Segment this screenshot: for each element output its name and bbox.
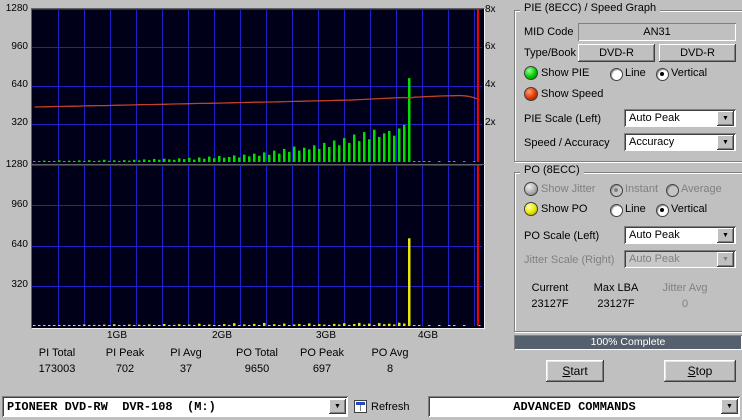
dropdown-arrow-icon[interactable]: ▼ <box>717 110 734 126</box>
stat-header: PI Avg <box>170 347 202 359</box>
po-groupbox-title: PO (8ECC) <box>520 164 584 176</box>
dropdown-arrow-icon[interactable]: ▼ <box>717 134 734 150</box>
drive-select-value: PIONEER DVD-RW DVR-108 (M:) <box>7 399 216 414</box>
refresh-icon[interactable] <box>354 400 367 413</box>
stat-po-avg: PO Avg 8 <box>350 347 430 375</box>
jitter-scale-label: Jitter Scale (Right) <box>524 254 615 266</box>
current-label: Current <box>531 282 569 294</box>
pie-axis-label: 640 <box>11 79 28 90</box>
speed-axis-label: 2x <box>485 117 496 128</box>
po-graph-canvas <box>32 165 482 326</box>
po-axis-label: 640 <box>11 239 28 250</box>
po-scale-select[interactable]: Auto Peak ▼ <box>624 226 736 244</box>
speed-accuracy-select[interactable]: Accuracy ▼ <box>624 133 736 151</box>
jitter-average-radio <box>666 184 679 197</box>
speed-axis-label: 8x <box>485 4 496 15</box>
speed-axis-label: 6x <box>485 41 496 52</box>
jitter-avg-label: Jitter Avg <box>662 282 708 294</box>
jitter-average-label: Average <box>681 183 722 195</box>
po-line-radio[interactable] <box>610 204 623 217</box>
max-lba-label: Max LBA <box>593 282 639 294</box>
x-axis-label: 2GB <box>211 330 232 341</box>
pie-speed-graph-canvas <box>32 9 482 162</box>
jitter-instant-radio <box>610 184 623 197</box>
show-speed-led[interactable] <box>524 87 538 101</box>
max-lba-value: 23127F <box>597 298 635 310</box>
speed-accuracy-label: Speed / Accuracy <box>524 137 610 149</box>
x-axis-label: 3GB <box>315 330 336 341</box>
stat-value: 8 <box>386 363 394 375</box>
disc-type-button[interactable]: DVD-R <box>578 44 655 62</box>
pie-line-label[interactable]: Line <box>625 67 646 79</box>
show-speed-label: Show Speed <box>541 88 604 100</box>
disc-quality-scan-window: 1280 960 640 320 8x 6x 4x 2x 1280 960 64… <box>0 0 742 420</box>
pie-vertical-radio[interactable] <box>656 68 669 81</box>
show-pie-label: Show PIE <box>541 67 590 79</box>
book-type-button[interactable]: DVD-R <box>659 44 736 62</box>
speed-axis-label: 4x <box>485 79 496 90</box>
show-pie-led[interactable] <box>524 66 538 80</box>
type-book-label: Type/Book <box>524 47 576 59</box>
drive-select[interactable]: PIONEER DVD-RW DVR-108 (M:) ▼ <box>2 396 348 417</box>
show-jitter-led <box>524 182 538 196</box>
po-scale-label: PO Scale (Left) <box>524 230 600 242</box>
pie-scale-label: PIE Scale (Left) <box>524 113 602 125</box>
dropdown-arrow-icon[interactable]: ▼ <box>717 227 734 243</box>
po-axis-label: 1280 <box>5 159 28 170</box>
show-po-label: Show PO <box>541 203 588 215</box>
pie-groupbox-title: PIE (8ECC) / Speed Graph <box>520 2 661 14</box>
current-value: 23127F <box>531 298 569 310</box>
x-axis-label: 4GB <box>417 330 438 341</box>
show-jitter-label: Show Jitter <box>541 183 596 195</box>
po-vertical-label[interactable]: Vertical <box>671 203 707 215</box>
pie-axis-label: 1280 <box>5 3 28 14</box>
po-vertical-radio[interactable] <box>656 204 669 217</box>
pie-vertical-label[interactable]: Vertical <box>671 67 707 79</box>
jitter-scale-select: Auto Peak ▼ <box>624 250 736 268</box>
refresh-label[interactable]: Refresh <box>371 401 410 413</box>
pie-line-radio[interactable] <box>610 68 623 81</box>
progress-bar: 100% Complete <box>514 335 742 350</box>
po-scale-value: Auto Peak <box>629 229 680 241</box>
dropdown-arrow-icon[interactable]: ▼ <box>329 399 346 414</box>
pie-scale-select[interactable]: Auto Peak ▼ <box>624 109 736 127</box>
show-po-led[interactable] <box>524 202 538 216</box>
stat-header: PO Avg <box>371 347 409 359</box>
jitter-instant-label: Instant <box>625 183 659 195</box>
po-axis-label: 320 <box>11 279 28 290</box>
pie-speed-graph <box>31 8 485 165</box>
stat-value: 37 <box>179 363 193 375</box>
po-line-label[interactable]: Line <box>625 203 646 215</box>
jitter-avg-value: 0 <box>681 298 689 310</box>
x-axis-label: 1GB <box>106 330 127 341</box>
po-graph <box>31 164 485 329</box>
mid-code-field: AN31 <box>578 23 736 41</box>
pie-scale-value: Auto Peak <box>629 112 680 124</box>
control-panel: PIE (8ECC) / Speed Graph MID Code AN31 T… <box>510 0 742 420</box>
start-button[interactable]: Start <box>546 360 604 382</box>
dropdown-arrow-icon: ▼ <box>717 251 734 267</box>
speed-accuracy-value: Accuracy <box>629 136 675 148</box>
stat-pi-avg: PI Avg 37 <box>146 347 226 375</box>
pie-axis-label: 960 <box>11 41 28 52</box>
stop-button[interactable]: Stop <box>664 360 736 382</box>
po-axis-label: 960 <box>11 199 28 210</box>
mid-code-label: MID Code <box>524 26 574 38</box>
pie-axis-label: 320 <box>11 117 28 128</box>
jitter-scale-value: Auto Peak <box>629 253 680 265</box>
